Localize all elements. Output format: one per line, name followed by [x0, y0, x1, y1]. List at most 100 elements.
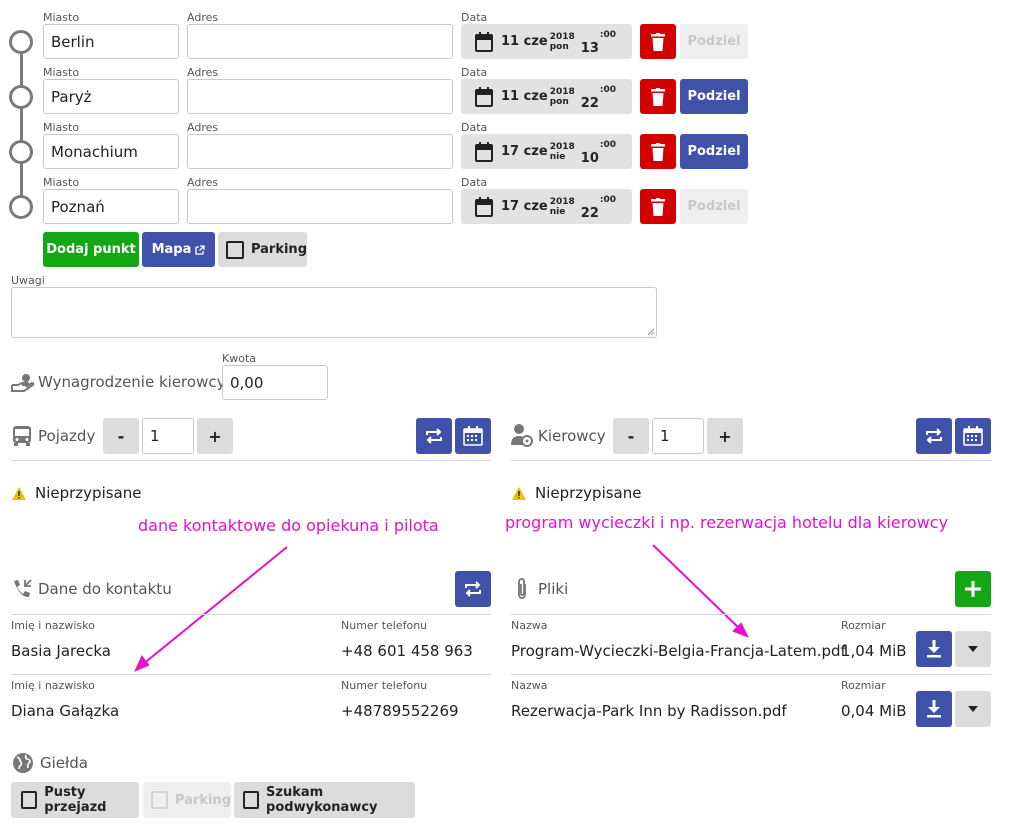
contacts-row-divider: [11, 674, 491, 675]
file-size-header: Rozmiar: [841, 679, 886, 692]
notes-textarea[interactable]: [11, 287, 657, 338]
city-label: Miasto: [43, 176, 80, 189]
amount-label: Kwota: [222, 352, 256, 365]
add-file-button[interactable]: [955, 571, 991, 607]
date-day: 17 cze: [501, 144, 548, 159]
address-input[interactable]: [187, 24, 453, 59]
date-weekday: nie: [549, 151, 566, 162]
annotation-arrows: [134, 544, 750, 672]
vehicles-calendar-button[interactable]: [455, 418, 491, 454]
swap-icon: [465, 581, 481, 597]
download-icon: [927, 700, 941, 718]
map-button[interactable]: Mapa: [142, 232, 215, 267]
city-input[interactable]: Paryż: [43, 79, 179, 114]
delete-point-button[interactable]: [640, 189, 676, 224]
contact-name: Diana Gałązka: [11, 702, 120, 720]
waypoint-marker: [9, 30, 33, 54]
delete-point-button[interactable]: [640, 79, 676, 114]
download-button[interactable]: [916, 691, 952, 727]
city-input[interactable]: Monachium: [43, 134, 179, 169]
delete-point-button[interactable]: [640, 134, 676, 169]
vehicles-count-input[interactable]: 1: [142, 418, 194, 454]
calendar-icon: [475, 31, 493, 52]
date-picker[interactable]: 17 cze 2018 nie 22 :00: [461, 189, 632, 224]
file-menu-button[interactable]: [955, 691, 991, 727]
contacts-swap-button[interactable]: [455, 571, 491, 607]
exchange-title: Giełda: [40, 754, 88, 772]
date-year: 2018: [549, 141, 575, 152]
vehicles-divider: [11, 460, 491, 461]
date-hour: 22: [580, 96, 599, 111]
exchange-parking-checkbox[interactable]: [151, 791, 168, 809]
city-input[interactable]: Poznań: [43, 189, 179, 224]
split-button[interactable]: Podziel: [680, 134, 748, 169]
date-hour: 10: [580, 151, 599, 166]
contact-name-header: Imię i nazwisko: [11, 619, 95, 632]
address-label: Adres: [187, 11, 219, 24]
address-input[interactable]: [187, 134, 453, 169]
drivers-swap-button[interactable]: [916, 418, 952, 454]
caret-down-icon: [968, 646, 978, 652]
split-button[interactable]: Podziel: [680, 79, 748, 114]
file-name[interactable]: Program-Wycieczki-Belgia-Francja-Latem.p…: [511, 642, 846, 660]
drivers-calendar-button[interactable]: [955, 418, 991, 454]
date-picker[interactable]: 17 cze 2018 nie 10 :00: [461, 134, 632, 169]
date-label: Data: [461, 66, 488, 79]
download-icon: [927, 640, 941, 658]
exchange-parking-toggle[interactable]: Parking: [143, 782, 231, 818]
date-weekday: pon: [549, 41, 569, 52]
parking-checkbox[interactable]: [226, 240, 244, 259]
date-label: Data: [461, 176, 488, 189]
subcontractor-toggle[interactable]: Szukam podwykonawcy: [234, 782, 415, 818]
address-label: Adres: [187, 66, 219, 79]
drivers-label: Kierowcy: [538, 427, 606, 445]
contacts-divider: [11, 614, 491, 615]
bus-icon: [13, 426, 31, 446]
contact-phone: +48 601 458 963: [341, 642, 473, 660]
download-button[interactable]: [916, 631, 952, 667]
caret-down-icon: [968, 706, 978, 712]
file-name[interactable]: Rezerwacja-Park Inn by Radisson.pdf: [511, 702, 787, 720]
date-picker[interactable]: 11 cze 2018 pon 22 :00: [461, 79, 632, 114]
drivers-increment-button[interactable]: +: [707, 418, 743, 454]
delete-point-button[interactable]: [640, 24, 676, 59]
calendar-icon: [475, 196, 493, 217]
file-size-header: Rozmiar: [841, 619, 886, 632]
vehicles-increment-button[interactable]: +: [197, 418, 233, 454]
date-picker[interactable]: 11 cze 2018 pon 13 :00: [461, 24, 632, 59]
address-input[interactable]: [187, 79, 453, 114]
contact-name: Basia Jarecka: [11, 642, 111, 660]
waypoint-marker: [9, 140, 33, 164]
contact-phone-header: Numer telefonu: [341, 679, 428, 692]
vehicles-swap-button[interactable]: [416, 418, 452, 454]
file-name-header: Nazwa: [511, 679, 548, 692]
drivers-decrement-button[interactable]: -: [613, 418, 649, 454]
address-input[interactable]: [187, 189, 453, 224]
driver-pay-label: Wynagrodzenie kierowcy: [38, 373, 226, 391]
empty-run-toggle[interactable]: Pusty przejazd: [11, 782, 139, 818]
plus-label: +: [718, 426, 732, 446]
split-button[interactable]: Podziel: [680, 24, 748, 59]
add-point-button[interactable]: Dodaj punkt: [43, 232, 139, 267]
empty-run-checkbox[interactable]: [21, 791, 38, 809]
swap-icon: [426, 428, 442, 444]
date-minute: :00: [599, 140, 616, 150]
calendar-icon: [475, 86, 493, 107]
files-title: Pliki: [538, 580, 569, 598]
file-menu-button[interactable]: [955, 631, 991, 667]
swap-icon: [926, 428, 942, 444]
parking-toggle[interactable]: Parking: [218, 232, 307, 267]
vehicles-decrement-button[interactable]: -: [103, 418, 139, 454]
subcontractor-checkbox[interactable]: [243, 791, 260, 809]
drivers-count-input[interactable]: 1: [652, 418, 704, 454]
resize-handle-icon[interactable]: [647, 328, 655, 336]
waypoint-marker: [9, 85, 33, 109]
address-label: Adres: [187, 121, 219, 134]
amount-input[interactable]: 0,00: [222, 365, 328, 400]
date-hour: 22: [580, 206, 599, 221]
date-label: Data: [461, 11, 488, 24]
city-input[interactable]: Berlin: [43, 24, 179, 59]
split-button[interactable]: Podziel: [680, 189, 748, 224]
file-size: 1,04 MiB: [841, 642, 907, 660]
file-name-header: Nazwa: [511, 619, 548, 632]
